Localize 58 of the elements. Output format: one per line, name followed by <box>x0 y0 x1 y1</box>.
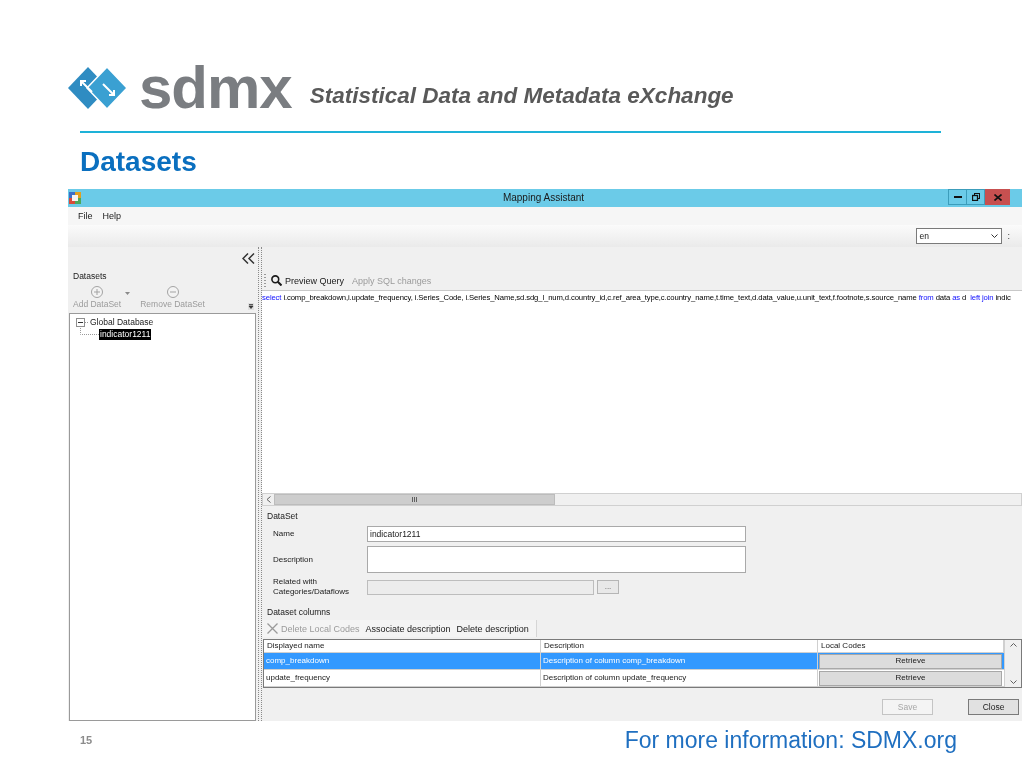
toolbar-button[interactable]: Preview Query <box>268 274 348 287</box>
restore-button[interactable] <box>967 189 985 205</box>
panel-label: Datasets <box>73 271 107 281</box>
tree-connector <box>85 321 89 323</box>
slide-title: Datasets <box>80 146 197 178</box>
plus-circle-icon <box>91 285 104 298</box>
cross-icon <box>267 623 278 634</box>
retrieve-button[interactable]: Retrieve <box>819 670 1002 686</box>
language-dropdown[interactable]: en <box>916 228 1003 244</box>
chevron-up-icon[interactable] <box>1009 643 1017 647</box>
tree-item[interactable]: Global Database <box>89 316 155 328</box>
logo-text: sdmx <box>139 65 292 111</box>
overflow-icon[interactable] <box>248 303 254 310</box>
chevron-down-icon <box>991 234 999 238</box>
chevron-left-icon[interactable] <box>266 496 271 503</box>
field-label: Related with Categories/Dataflows <box>273 577 351 597</box>
group-label: Dataset columns <box>267 607 331 617</box>
chevron-down-icon[interactable] <box>1009 680 1017 684</box>
toolbar-button[interactable]: Associate description <box>362 622 454 635</box>
minus-circle-icon <box>166 285 179 298</box>
grip-icon <box>412 497 417 502</box>
colon-label: : <box>1007 231 1010 241</box>
group-label: DataSet <box>267 511 298 521</box>
menu-item[interactable]: File <box>75 210 96 222</box>
horizontal-scrollbar[interactable] <box>262 493 1022 506</box>
menu-item[interactable]: Help <box>99 210 125 222</box>
footer-text: For more information: SDMX.org <box>624 727 957 753</box>
text-area[interactable] <box>367 546 746 573</box>
tree-minus-icon[interactable] <box>76 317 85 327</box>
field-label: Description <box>273 554 314 565</box>
vertical-scrollbar[interactable] <box>1004 640 1021 687</box>
toolbar-button[interactable]: Delete description <box>453 622 532 635</box>
scrollbar-thumb[interactable] <box>274 494 555 505</box>
action-button[interactable]: Close <box>968 699 1019 715</box>
search-icon <box>271 275 282 286</box>
table-cell: update_frequency <box>264 670 541 686</box>
close-icon <box>993 193 1002 201</box>
table-cell: comp_breakdown <box>264 653 541 669</box>
minimize-icon <box>953 196 962 198</box>
field-label: Name <box>273 529 296 539</box>
table-cell: Description of column comp_breakdown <box>541 653 818 669</box>
table-row[interactable]: comp_breakdown Description of column comp_breakdown Retrieve <box>264 653 1004 670</box>
text-field[interactable]: indicator1211 <box>367 526 746 542</box>
tree-item[interactable]: indicator1211 <box>99 328 152 340</box>
restore-icon <box>971 193 980 201</box>
double-chevron-left-icon[interactable] <box>242 252 255 264</box>
page-number: 15 <box>80 733 93 747</box>
dropdown-value: en <box>919 231 929 241</box>
close-button[interactable] <box>985 189 1010 205</box>
table-row[interactable]: update_frequency Description of column update_frequency Retrieve <box>264 670 1004 687</box>
minimize-button[interactable] <box>948 189 967 205</box>
tagline: Statistical Data and Metadata eXchange <box>309 83 734 109</box>
retrieve-button[interactable]: Retrieve <box>819 653 1002 669</box>
window-title: Mapping Assistant <box>502 192 585 204</box>
table-cell: Description of column update_frequency <box>541 670 818 686</box>
tree-connector <box>80 328 99 335</box>
logo-icon <box>67 66 128 110</box>
app-icon <box>69 192 81 204</box>
